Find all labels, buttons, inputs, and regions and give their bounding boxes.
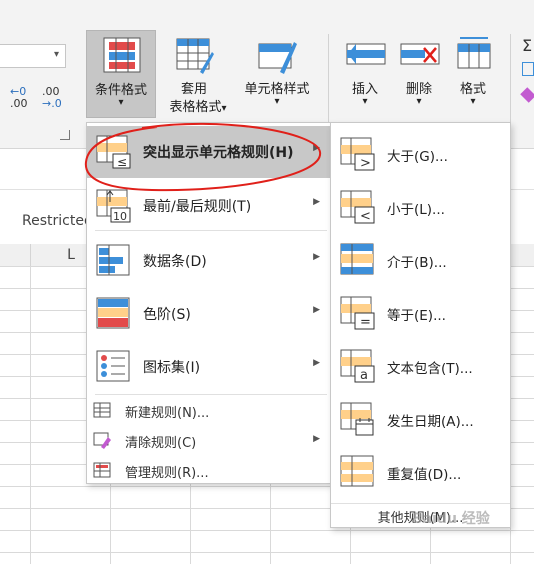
chevron-down-icon: ▾ [362, 96, 368, 107]
calendar-icon [340, 402, 374, 436]
chevron-right-icon: ▶ [313, 197, 320, 207]
format-as-table-icon [176, 38, 214, 74]
delete-cells-icon [400, 43, 440, 65]
between-icon [340, 243, 374, 275]
cell-styles-button[interactable]: 单元格样式 ▾ [236, 34, 318, 118]
cell-styles-icon [258, 42, 297, 74]
format-button[interactable]: 格式 ▾ [448, 34, 498, 118]
chevron-right-icon: ▶ [313, 252, 320, 262]
chevron-right-icon: ▶ [313, 305, 320, 315]
color-scales-icon [96, 297, 130, 329]
conditional-formatting-button[interactable]: 条件格式 ▾ [86, 30, 156, 118]
chevron-right-icon: ▶ [313, 434, 320, 444]
name-box-text: Restricted [22, 213, 93, 229]
menu-label: 数据条(D) [143, 254, 207, 270]
menu-item-clear-rules[interactable]: 清除规则(C) ▶ [87, 425, 330, 455]
submenu-label: 文本包含(T)... [387, 361, 473, 377]
menu-label: 新建规则(N)... [125, 406, 210, 421]
svg-text:=: = [360, 315, 371, 330]
watermark: Baidu 经验 [412, 511, 490, 527]
submenu-label: 等于(E)... [387, 308, 446, 324]
icon-sets-icon [96, 350, 130, 382]
svg-text:10: 10 [113, 210, 127, 223]
data-bars-icon [96, 244, 130, 276]
submenu-item-greater-than[interactable]: > 大于(G)... [331, 127, 510, 180]
menu-label: 最前/最后规则(T) [143, 199, 252, 215]
format-cells-icon [457, 37, 491, 69]
chevron-down-icon: ▾ [53, 49, 59, 60]
submenu-item-equal-to[interactable]: = 等于(E)... [331, 286, 510, 339]
number-group-launcher-icon[interactable] [60, 130, 70, 140]
svg-text:<: < [360, 209, 371, 224]
decrease-decimal-icon: .00 →.0 [42, 85, 62, 110]
submenu-label: 重复值(D)... [387, 467, 462, 483]
submenu-item-less-than[interactable]: < 小于(L)... [331, 180, 510, 233]
highlight-cell-rules-submenu: > 大于(G)... < 小于(L)... 介于(B)... = 等于(E)..… [330, 122, 511, 528]
delete-button[interactable]: 删除 ▾ [394, 34, 444, 118]
menu-item-data-bars[interactable]: 数据条(D) ▶ [87, 235, 330, 287]
submenu-label: 介于(B)... [387, 255, 447, 271]
increase-decimal-icon: ←0 .00 [10, 85, 28, 110]
menu-label: 色阶(S) [143, 307, 191, 323]
new-rule-icon [93, 402, 111, 418]
submenu-label: 发生日期(A)... [387, 414, 474, 430]
red-annotation-ellipse [84, 122, 322, 192]
greater-than-icon: > [340, 137, 375, 171]
cell-styles-label: 单元格样式 [244, 82, 310, 97]
manage-rules-icon [93, 462, 111, 478]
format-as-table-label-1: 套用 [180, 82, 207, 97]
increase-decimal-button[interactable]: ←0 .00 [10, 86, 38, 116]
svg-text:>: > [360, 156, 371, 171]
submenu-label: 小于(L)... [387, 202, 445, 218]
format-as-table-button[interactable]: 套用 表格格式▾ [158, 34, 230, 118]
insert-label: 插入 [351, 82, 378, 97]
duplicate-values-icon [340, 455, 374, 487]
chevron-down-icon: ▾ [118, 97, 124, 108]
conditional-formatting-label: 条件格式 [94, 83, 147, 98]
menu-item-color-scales[interactable]: 色阶(S) ▶ [87, 288, 330, 340]
format-label: 格式 [459, 82, 486, 97]
conditional-formatting-icon [103, 37, 141, 73]
menu-label: 清除规则(C) [125, 436, 197, 451]
insert-button[interactable]: 插入 ▾ [340, 34, 390, 118]
menu-label: 图标集(I) [143, 360, 201, 376]
delete-label: 删除 [405, 82, 432, 97]
clear-icon[interactable] [520, 87, 534, 103]
chevron-right-icon: ▶ [313, 358, 320, 368]
insert-cells-icon [346, 43, 386, 65]
submenu-item-date-occurring[interactable]: 发生日期(A)... [331, 392, 510, 445]
format-as-table-label-2: 表格格式▾ [169, 100, 227, 115]
decrease-decimal-button[interactable]: .00 →.0 [42, 86, 70, 116]
menu-separator [95, 230, 327, 231]
submenu-item-duplicate-values[interactable]: 重复值(D)... [331, 445, 510, 498]
fill-icon[interactable] [522, 62, 534, 76]
submenu-label: 大于(G)... [387, 149, 448, 165]
menu-label: 管理规则(R)... [125, 466, 209, 481]
chevron-down-icon: ▾ [470, 96, 476, 107]
menu-item-new-rule[interactable]: 新建规则(N)... [87, 395, 330, 425]
menu-item-icon-sets[interactable]: 图标集(I) ▶ [87, 341, 330, 393]
number-format-dropdown[interactable]: ▾ [0, 44, 66, 68]
less-than-icon: < [340, 190, 375, 224]
submenu-item-text-contains[interactable]: a 文本包含(T)... [331, 339, 510, 392]
chevron-down-icon: ▾ [274, 96, 280, 107]
autosum-icon[interactable]: Σ [522, 36, 532, 55]
text-contains-icon: a [340, 349, 375, 383]
menu-item-manage-rules[interactable]: 管理规则(R)... [87, 455, 330, 485]
equal-to-icon: = [340, 296, 375, 330]
submenu-item-between[interactable]: 介于(B)... [331, 233, 510, 286]
svg-text:a: a [360, 368, 368, 383]
clear-rules-icon [93, 432, 111, 449]
chevron-down-icon: ▾ [221, 103, 227, 114]
chevron-down-icon: ▾ [416, 96, 422, 107]
